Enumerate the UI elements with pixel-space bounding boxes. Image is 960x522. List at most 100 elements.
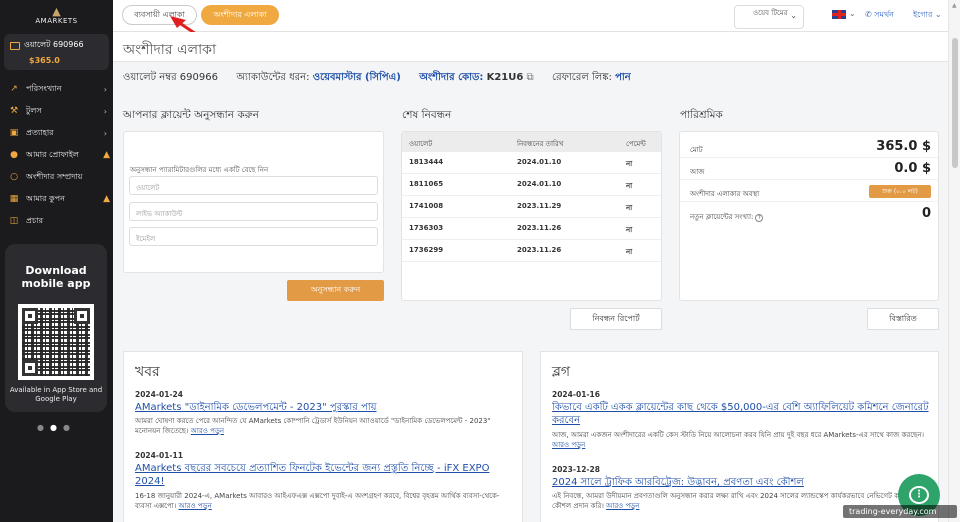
blog-link[interactable]: 2024 সালে ট্রাফিক আরবিট্রেজ: উদ্ভাবন, প্…	[552, 476, 932, 489]
carousel-dots[interactable]: ●●●	[0, 423, 113, 432]
account-info: ওয়ালেট নম্বর 690966 অ্যাকাউন্টের ধরন: ও…	[123, 70, 631, 87]
cell-payment: না	[626, 248, 633, 256]
new-clients-label: নতুন ক্লায়েন্টের সংখ্যা:	[690, 213, 754, 221]
scroll-up-icon[interactable]: ▲	[952, 2, 957, 9]
qr-code-icon	[18, 304, 94, 380]
email-field[interactable]: ইমেইল	[129, 227, 378, 246]
new-clients-value: 0	[921, 206, 931, 221]
search-button[interactable]: অনুসন্ধান করুন	[287, 280, 384, 301]
cell-wallet: 1736303	[409, 224, 444, 232]
wallet-field[interactable]: ওয়ালেট	[129, 176, 378, 195]
live-account-field[interactable]: লাইভ অ্যাকাউন্ট	[129, 202, 378, 221]
news-date: 2024-01-24	[135, 390, 183, 399]
wallet-summary[interactable]: ওয়ালেট 690966 $365.0	[4, 34, 109, 70]
copy-icon[interactable]: ⧉	[527, 72, 534, 83]
uk-flag-icon[interactable]	[832, 10, 846, 19]
page-title: অংশীদার এলাকা	[123, 42, 217, 58]
question-icon[interactable]: ?	[755, 214, 764, 222]
user-menu[interactable]: ইগোর ⌄	[913, 9, 942, 22]
excerpt-text: আজ, আমরা একজন অংশীদারের একটি কেস স্টাডি …	[552, 431, 925, 439]
support-link[interactable]: ✆ সমর্থন	[865, 9, 894, 22]
total-row: মোট 365.0 $	[680, 138, 938, 158]
today-value: 0.0 $	[894, 161, 931, 176]
promo-icon: ◫	[9, 216, 19, 226]
table-row: 1736303 2023.11.26 না	[402, 218, 661, 240]
blog-date: 2024-01-16	[552, 390, 600, 399]
sidebar-item-label: প্রচার	[26, 215, 44, 225]
sidebar-item-promo[interactable]: ◫ প্রচার	[0, 210, 113, 232]
cell-wallet: 1811065	[409, 180, 444, 188]
app-promo-subtitle: Available in App Store and Google Play	[9, 386, 103, 403]
mobile-app-promo[interactable]: Download mobile app Available in App Sto…	[5, 244, 107, 412]
flame-icon: ▲	[103, 194, 110, 204]
account-type-label: অ্যাকাউন্টের ধরন:	[236, 72, 310, 83]
table-row: 1811065 2024.01.10 না	[402, 174, 661, 196]
sidebar-item-coupons[interactable]: ▦ আমার কুপন ▲	[0, 188, 113, 210]
registration-report-button[interactable]: নিবন্ধন রিপোর্ট	[570, 308, 662, 330]
cell-payment: না	[626, 182, 633, 190]
column-header: পেমেন্ট	[626, 140, 646, 148]
sidebar-item-tools[interactable]: ⚒ টুলস ›	[0, 100, 113, 122]
read-more-link[interactable]: আরও পড়ুন	[179, 502, 212, 510]
details-button[interactable]: বিস্তারিত	[867, 308, 939, 330]
table-row: 1741008 2023.11.29 না	[402, 196, 661, 218]
chevron-down-icon: ⌄	[790, 11, 797, 20]
cell-payment: না	[626, 204, 633, 212]
coupon-icon: ▦	[9, 194, 19, 204]
read-more-link[interactable]: আরও পড়ুন	[552, 441, 585, 449]
table-header: ওয়ালেট নিবন্ধনের তারিখ পেমেন্ট	[402, 132, 661, 152]
blog-card: ব্লগ 2024-01-16 কিভাবে একটি একক ক্লায়েন…	[540, 351, 939, 522]
sidebar-item-community[interactable]: ○ অংশীদার সম্প্রদায়	[0, 166, 113, 188]
partner-code-label: অংশীদার কোড:	[419, 72, 484, 83]
today-label: আজ	[690, 168, 705, 176]
page-title-bar	[113, 32, 948, 62]
news-title: খবর	[135, 364, 160, 380]
column-header: ওয়ালেট	[409, 140, 433, 148]
news-link[interactable]: AMarkets বছরের সবচেয়ে প্রত্যাশিত ফিনটেক…	[135, 462, 515, 488]
web-team-select[interactable]: ওয়েব টিমের ⌄	[734, 5, 804, 29]
search-hint: অনুসন্ধান প্যারামিটারগুলির মধ্যে একটি বে…	[130, 166, 269, 174]
withdraw-icon: ▣	[9, 128, 19, 138]
blog-title: ব্লগ	[552, 364, 571, 380]
news-link[interactable]: AMarkets "ডাইনামিক ডেভেলপমেন্ট - 2023" প…	[135, 401, 515, 414]
sidebar-item-label: আমার কুপন	[26, 193, 65, 203]
sidebar-item-withdrawal[interactable]: ▣ প্রত্যাহার ›	[0, 122, 113, 144]
news-card: খবর 2024-01-24 AMarkets "ডাইনামিক ডেভেলপ…	[123, 351, 523, 522]
cell-date: 2023.11.26	[517, 224, 562, 232]
scrollbar-thumb[interactable]	[952, 38, 958, 168]
referral-link[interactable]: পান	[615, 72, 631, 83]
wallet-number: 690966	[179, 72, 218, 83]
logo-icon: ▲	[52, 5, 61, 18]
chevron-right-icon: ›	[103, 106, 107, 116]
tools-icon: ⚒	[9, 106, 19, 116]
status-label: অংশীদার এলাকার অবস্থা	[690, 190, 760, 198]
chevron-right-icon: ›	[103, 84, 107, 94]
logo-text: AMARKETS	[35, 17, 78, 25]
blog-link[interactable]: কিভাবে একটি একক ক্লায়েন্টের কাছ থেকে $5…	[552, 401, 932, 427]
flame-icon: ▲	[103, 150, 110, 160]
cell-date: 2024.01.10	[517, 180, 562, 188]
user-icon: ●	[10, 150, 18, 160]
main-content: অংশীদার এলাকা ওয়ালেট নম্বর 690966 অ্যাক…	[113, 32, 948, 522]
column-header: নিবন্ধনের তারিখ	[517, 140, 564, 148]
today-row: আজ 0.0 $	[680, 160, 938, 180]
page-scrollbar[interactable]: ▲	[948, 0, 960, 522]
cell-wallet: 1741008	[409, 202, 444, 210]
chevron-down-icon[interactable]: ⌄	[849, 9, 856, 18]
wallet-balance: $365.0	[29, 56, 60, 65]
client-search-title: আপনার ক্লায়েন্ট অনুসন্ধান করুন	[123, 109, 259, 121]
brand-logo[interactable]: ▲ AMARKETS	[0, 0, 113, 32]
news-excerpt: 16-18 জানুয়ারী 2024-এ, AMarkets আবারও আ…	[135, 491, 515, 511]
account-type: ওয়েবমাস্টার (সিপিএ)	[312, 72, 401, 83]
sidebar-item-statistics[interactable]: ↗ পরিসংখ্যান ›	[0, 78, 113, 100]
table-row: 1813444 2024.01.10 না	[402, 152, 661, 174]
status-badge[interactable]: শুরু (০.০ লট)	[869, 185, 931, 198]
sidebar-item-profile[interactable]: ● আমার প্রোফাইল ▲	[0, 144, 113, 166]
read-more-link[interactable]: আরও পড়ুন	[191, 427, 224, 435]
referral-label: রেফারেল লিঙ্ক:	[552, 72, 612, 83]
total-label: মোট	[690, 146, 703, 154]
read-more-link[interactable]: আরও পড়ুন	[606, 502, 639, 510]
remuneration-card: মোট 365.0 $ আজ 0.0 $ অংশীদার এলাকার অবস্…	[679, 131, 939, 301]
chart-icon: ↗	[10, 84, 18, 94]
sidebar-item-label: আমার প্রোফাইল	[26, 149, 79, 159]
